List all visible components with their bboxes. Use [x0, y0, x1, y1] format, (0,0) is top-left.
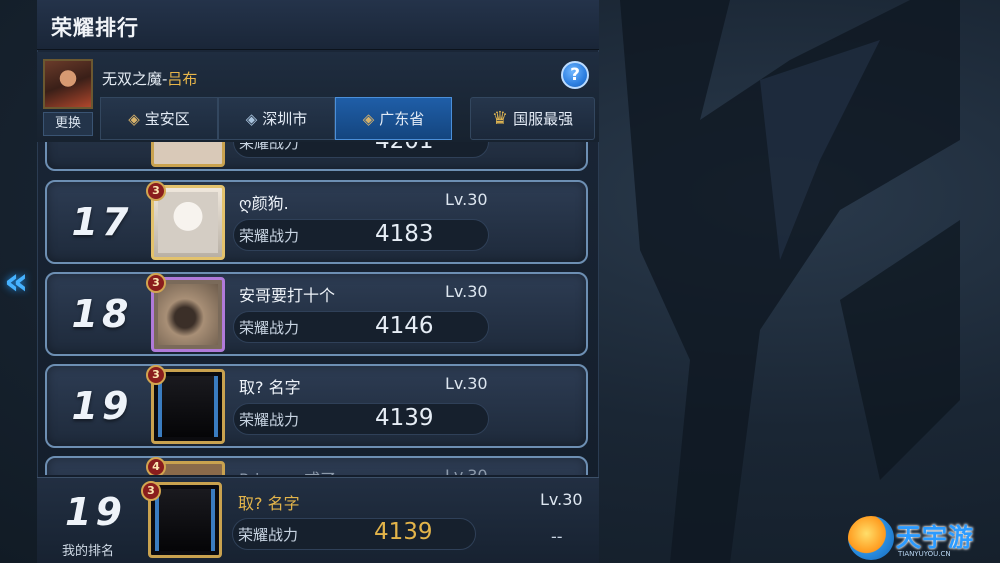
my-power-label: 荣耀战力 [238, 526, 299, 544]
power-value: 4139 [375, 405, 434, 431]
watermark-logo-icon [848, 516, 894, 560]
avatar-image [158, 284, 218, 345]
player-level: Lv.30 [445, 466, 488, 475]
hero-avatar[interactable] [43, 59, 93, 109]
avatar-image [155, 489, 215, 551]
rank-tier-badge: 3 [146, 181, 166, 201]
tab-national-best[interactable]: ♛ 国服最强 [470, 97, 595, 140]
tab-label: 宝安区 [144, 110, 190, 128]
avatar-image [158, 192, 218, 253]
rank-tier-badge: 4 [146, 457, 166, 475]
tab-label: 国服最强 [513, 110, 574, 128]
power-value: 4201 [375, 142, 434, 154]
watermark-text: 天宇游 [896, 523, 975, 552]
list-item-partial-top[interactable]: 荣耀战力 4201 [45, 142, 588, 171]
tab-label: 广东省 [379, 110, 425, 128]
power-value: 4146 [375, 313, 434, 339]
rank-tier-badge: 3 [146, 365, 166, 385]
hero-title: 无双之魔- [102, 70, 168, 88]
back-arrow-icon[interactable]: « [4, 256, 34, 306]
tab-city[interactable]: ◈ 深圳市 [218, 97, 335, 140]
hero-name: 无双之魔-吕布 [102, 68, 197, 89]
power-label: 荣耀战力 [239, 411, 300, 429]
tab-district[interactable]: ◈ 宝安区 [100, 97, 218, 140]
player-name: Prince、戒了 [239, 466, 336, 475]
rank-badge-icon: ◈ [362, 109, 375, 128]
player-name: ღ颜狗. [239, 194, 289, 213]
rank-badge-icon: ◈ [128, 109, 140, 128]
crown-badge-icon: ♛ [491, 108, 509, 129]
rank-number: 18 [71, 292, 133, 336]
rank-number: 17 [71, 200, 133, 244]
rank-tier-badge: 3 [141, 481, 161, 501]
rank-number: 19 [71, 384, 133, 428]
player-name: 安哥要打十个 [239, 286, 336, 305]
rank-tier-badge: 3 [146, 273, 166, 293]
player-name: 取? 名字 [239, 378, 301, 397]
hero-name-highlight: 吕布 [167, 70, 198, 88]
player-level: Lv.30 [445, 190, 488, 209]
list-item-rank-17[interactable]: 17 3 ღ颜狗. Lv.30 荣耀战力 4183 [45, 180, 588, 264]
ranking-list[interactable]: 荣耀战力 4201 17 3 ღ颜狗. Lv.30 荣耀战力 4183 18 3… [37, 142, 599, 475]
player-level: Lv.30 [445, 282, 488, 301]
list-item-partial-bottom[interactable]: 4 Prince、戒了 Lv.30 [45, 456, 588, 475]
background-art [580, 0, 960, 563]
power-label: 荣耀战力 [239, 319, 300, 337]
page-title: 荣耀排行 [51, 16, 139, 40]
power-value: 4183 [375, 221, 434, 247]
my-rank-label: 我的排名 [62, 544, 115, 559]
help-button[interactable]: ? [561, 61, 589, 89]
power-label: 荣耀战力 [239, 227, 300, 245]
list-item-rank-19[interactable]: 19 3 取? 名字 Lv.30 荣耀战力 4139 [45, 364, 588, 448]
change-hero-button[interactable]: 更换 [43, 112, 93, 136]
my-power-value: 4139 [374, 519, 433, 545]
rank-badge-icon: ◈ [245, 109, 258, 128]
power-label: 荣耀战力 [239, 142, 300, 152]
tab-province[interactable]: ◈ 广东省 [335, 97, 452, 140]
my-rank-change: -- [551, 527, 563, 546]
player-level: Lv.30 [445, 374, 488, 393]
avatar-image [158, 376, 218, 437]
my-player-name: 取? 名字 [238, 494, 300, 513]
my-rank-number: 19 [65, 490, 126, 534]
list-item-rank-18[interactable]: 18 3 安哥要打十个 Lv.30 荣耀战力 4146 [45, 272, 588, 356]
region-tabs: ◈ 宝安区 ◈ 深圳市 ◈ 广东省 ♛ 国服最强 [100, 97, 597, 140]
watermark-subtext: TIANYUYOU.CN [898, 550, 951, 558]
tab-label: 深圳市 [262, 110, 308, 128]
player-avatar [151, 142, 225, 167]
my-player-level: Lv.30 [540, 490, 583, 509]
title-bar: 荣耀排行 [37, 0, 599, 50]
watermark: 天宇游 TIANYUYOU.CN [848, 512, 998, 560]
